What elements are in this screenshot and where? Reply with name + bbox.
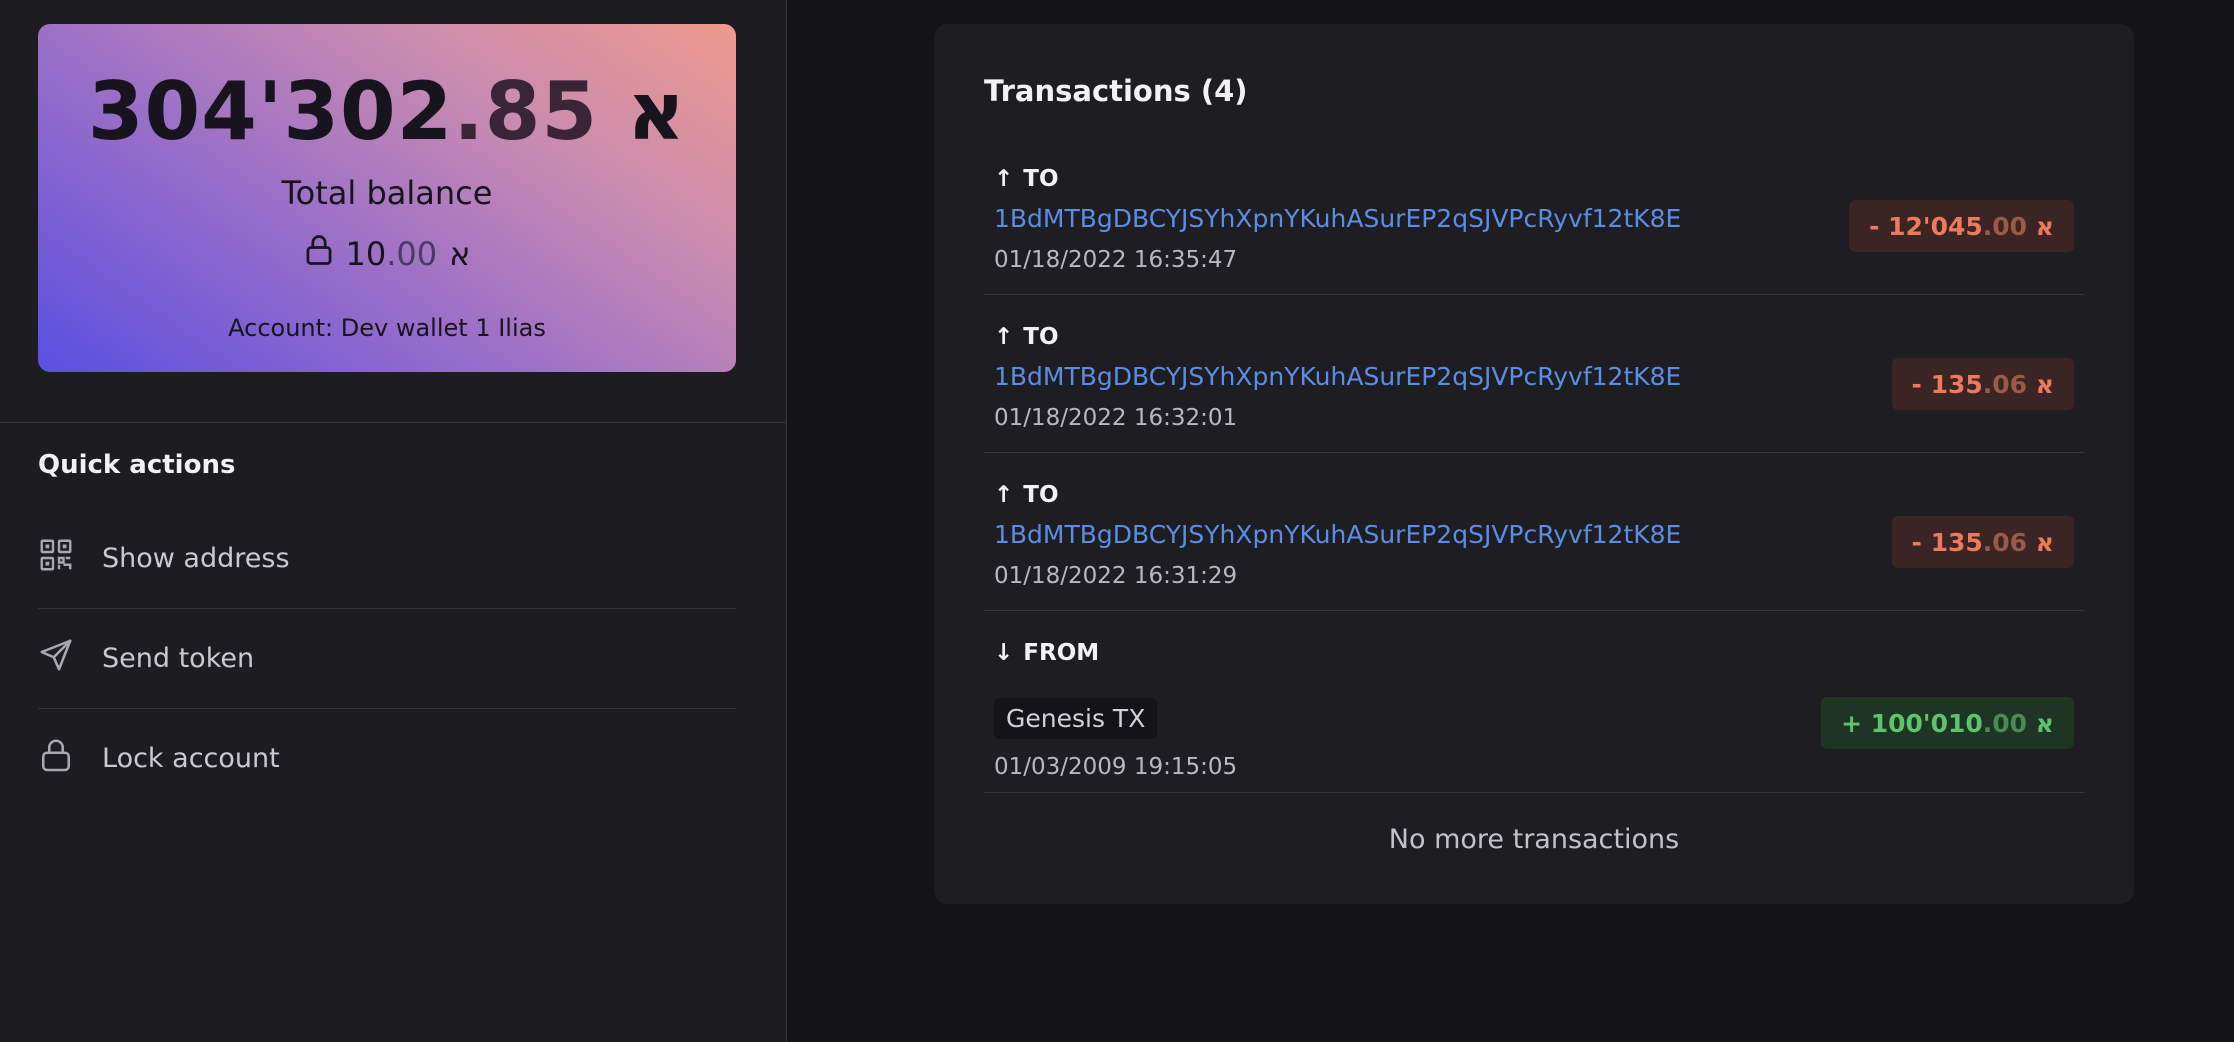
transaction-row: ↑ TO 1BdMTBgDBCYJSYhXpnYKuhASurEP2qSJVPc… <box>984 154 2084 295</box>
send-icon <box>38 637 74 680</box>
arrow-up-icon: ↑ <box>994 324 1014 350</box>
locked-integer: 10 <box>345 235 387 273</box>
transaction-row: ↑ TO 1BdMTBgDBCYJSYhXpnYKuhASurEP2qSJVPc… <box>984 470 2084 611</box>
transaction-row: ↓ FROM Genesis TX 01/03/2009 19:15:05 + … <box>984 628 2084 793</box>
lock-icon <box>304 234 334 274</box>
transaction-direction: ↑ TO <box>994 324 1059 350</box>
total-balance-label: Total balance <box>281 174 493 212</box>
transaction-date: 01/18/2022 16:35:47 <box>994 247 1238 273</box>
locked-currency-symbol: א <box>449 235 471 273</box>
lock-icon <box>38 737 74 780</box>
currency-symbol: א <box>626 65 687 158</box>
genesis-tx-chip: Genesis TX <box>994 698 1158 739</box>
transaction-direction: ↑ TO <box>994 166 1059 192</box>
balance-integer: 304'302 <box>87 65 454 158</box>
arrow-up-icon: ↑ <box>994 166 1014 192</box>
transactions-panel: Transactions (4) ↑ TO 1BdMTBgDBCYJSYhXpn… <box>934 24 2134 904</box>
transactions-title: Transactions (4) <box>984 74 1248 108</box>
transaction-amount: - 12'045.00 א <box>1849 200 2074 252</box>
transaction-address-link[interactable]: 1BdMTBgDBCYJSYhXpnYKuhASurEP2qSJVPcRyvf1… <box>994 520 1681 549</box>
balance-decimal: .85 <box>453 65 599 158</box>
transaction-direction: ↓ FROM <box>994 640 1100 666</box>
sidebar: 304'302.85 א Total balance 10.00 א Accou… <box>0 0 787 1042</box>
arrow-down-icon: ↓ <box>994 640 1014 666</box>
account-name: Account: Dev wallet 1 Ilias <box>228 314 546 342</box>
lock-account-label: Lock account <box>102 742 280 774</box>
transaction-date: 01/03/2009 19:15:05 <box>994 754 1238 780</box>
qr-code-icon <box>38 537 74 580</box>
lock-account-action[interactable]: Lock account <box>38 708 736 808</box>
arrow-up-icon: ↑ <box>994 482 1014 508</box>
send-token-label: Send token <box>102 642 255 674</box>
send-token-action[interactable]: Send token <box>38 608 736 709</box>
transaction-amount: + 100'010.00 א <box>1821 697 2074 749</box>
transaction-date: 01/18/2022 16:32:01 <box>994 405 1238 431</box>
show-address-action[interactable]: Show address <box>38 508 736 609</box>
transaction-amount: - 135.06 א <box>1891 516 2074 568</box>
transaction-direction: ↑ TO <box>994 482 1059 508</box>
transaction-date: 01/18/2022 16:31:29 <box>994 563 1238 589</box>
transaction-row: ↑ TO 1BdMTBgDBCYJSYhXpnYKuhASurEP2qSJVPc… <box>984 312 2084 453</box>
transaction-address-link[interactable]: 1BdMTBgDBCYJSYhXpnYKuhASurEP2qSJVPcRyvf1… <box>994 204 1681 233</box>
transaction-address-link[interactable]: 1BdMTBgDBCYJSYhXpnYKuhASurEP2qSJVPcRyvf1… <box>994 362 1681 391</box>
transaction-amount: - 135.06 א <box>1891 358 2074 410</box>
locked-decimal: .00 <box>386 235 438 273</box>
sidebar-divider <box>0 422 786 423</box>
total-balance-amount: 304'302.85 א <box>38 72 736 152</box>
show-address-label: Show address <box>102 542 290 574</box>
balance-card: 304'302.85 א Total balance 10.00 א Accou… <box>38 24 736 372</box>
locked-balance: 10.00 א <box>38 234 736 274</box>
no-more-transactions: No more transactions <box>1388 824 1680 855</box>
quick-actions-title: Quick actions <box>38 450 236 480</box>
